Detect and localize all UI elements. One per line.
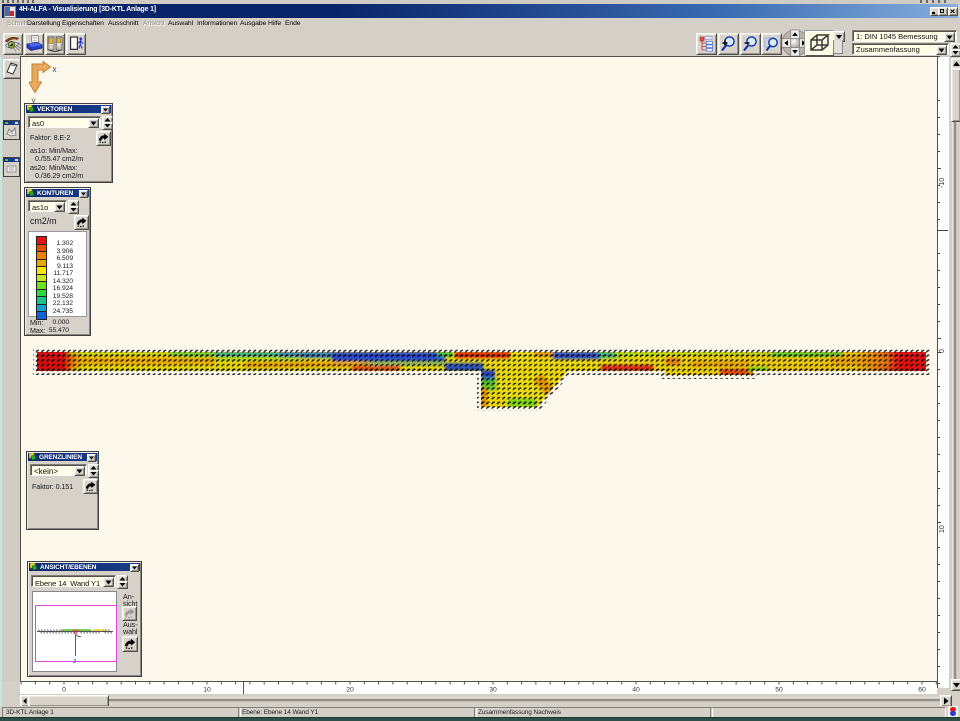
- svg-text:60: 60: [918, 687, 926, 694]
- svg-text:20: 20: [346, 687, 354, 694]
- svg-text:50: 50: [775, 687, 783, 694]
- svg-text:10: 10: [203, 687, 211, 694]
- svg-text:0: 0: [62, 687, 66, 694]
- svg-text:x: x: [53, 65, 57, 74]
- svg-text:40: 40: [632, 687, 640, 694]
- svg-text:z: z: [73, 658, 77, 665]
- svg-text:30: 30: [489, 687, 497, 694]
